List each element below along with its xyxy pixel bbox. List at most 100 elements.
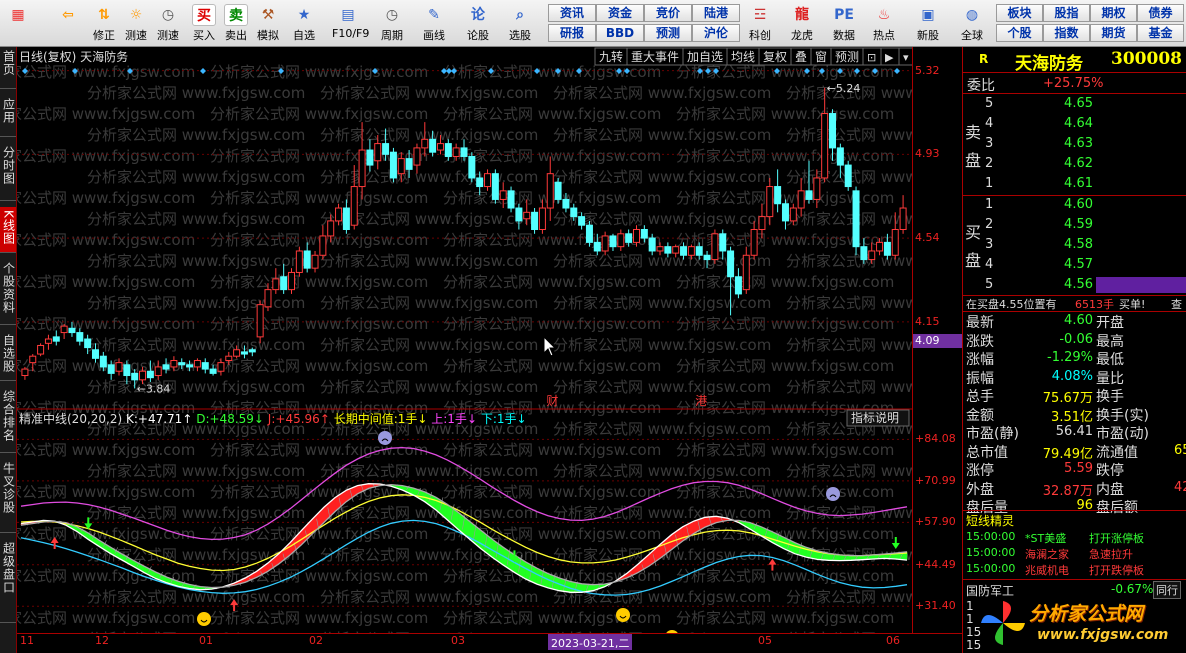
position-more-link[interactable]: 查 — [1171, 296, 1182, 312]
chart-tool-0[interactable]: 九转 — [594, 47, 628, 66]
leftnav-tab-3[interactable]: K线图 — [0, 207, 16, 253]
forum-button[interactable]: 论论股 — [462, 2, 494, 45]
watermark-text: 分析家公式网 www.fxjgsw.com — [553, 126, 771, 144]
dropdown-icon[interactable]: ▾ — [898, 47, 918, 66]
home-button[interactable]: ▦ — [2, 2, 34, 45]
document-icon: ▤ — [341, 7, 355, 23]
f10-button[interactable]: ▤ F10/F9 — [332, 2, 369, 45]
grid-link-3[interactable]: 陆港 — [692, 4, 740, 22]
kechuang-label: 科创 — [749, 29, 771, 42]
watermark-text: 分析家公式网 www.fxjgsw.com — [320, 294, 538, 312]
chart-tool-4[interactable]: 复权 — [758, 47, 792, 66]
sell-button[interactable]: 卖卖出 — [220, 2, 252, 45]
chart-tool-3[interactable]: 均线 — [726, 47, 760, 66]
sell-level: 1 — [985, 176, 994, 191]
leftnav-tab-1[interactable]: 应用 — [0, 95, 16, 137]
global-button[interactable]: ◍ 全球 — [956, 2, 988, 45]
short-name[interactable]: 海澜之家 — [1025, 546, 1069, 562]
draw-button[interactable]: ✎ 画线 — [418, 2, 450, 45]
watermark-text: 分析家公式网 www.fxjgsw.com — [210, 273, 428, 291]
pick-button[interactable]: ⌕ 选股 — [504, 2, 536, 45]
dragon-icon: 龍 — [795, 7, 809, 23]
low-label: ←3.84 — [137, 382, 171, 395]
divider — [963, 93, 1186, 94]
short-name[interactable]: 兆威机电 — [1025, 562, 1069, 578]
chart-tool-5[interactable]: 叠 — [790, 47, 812, 66]
price-axis-label: 4.54 — [915, 231, 940, 245]
watermark-text: 分析家公式网 www.fxjgsw.com — [320, 504, 538, 522]
candle — [37, 343, 45, 357]
stat-value: -0.06 — [1059, 331, 1093, 347]
data-button[interactable]: PE 数据 — [828, 2, 860, 45]
grid-link-6[interactable]: 预测 — [644, 24, 692, 42]
leftnav-tab-6[interactable]: 综合排名 — [0, 387, 16, 453]
kline-chart-area[interactable]: 分析家公式网 www.fxjgsw.com 分析家公式网 www.fxjgsw.c… — [0, 47, 1004, 648]
leftnav-tab-7[interactable]: 牛叉诊股 — [0, 459, 16, 533]
grid2-link-7[interactable]: 基金 — [1137, 24, 1184, 42]
grid2-link-6[interactable]: 期货 — [1090, 24, 1137, 42]
replay-button[interactable]: ◷ 测速 — [152, 2, 184, 45]
kechuang-button[interactable]: ☲ 科创 — [744, 2, 776, 45]
grid-link-7[interactable]: 沪伦 — [692, 24, 740, 42]
dragon-button[interactable]: 龍龙虎 — [786, 2, 818, 45]
grid-link-1[interactable]: 资金 — [596, 4, 644, 22]
chart-tool-6[interactable]: 窗 — [810, 47, 832, 66]
watermark-text: 分析家公式网 www.fxjgsw.com — [320, 252, 538, 270]
grid2-link-5[interactable]: 指数 — [1043, 24, 1090, 42]
buy-level: 2 — [985, 217, 994, 232]
grid2-link-4[interactable]: 个股 — [996, 24, 1043, 42]
stat-value2: 65 — [1174, 442, 1186, 458]
price-axis-label: +44.49 — [915, 557, 956, 571]
grid2-link-1[interactable]: 股指 — [1043, 4, 1090, 22]
watermark-text: 分析家公式网 www.fxjgsw.com — [87, 252, 305, 270]
grid-link-0[interactable]: 资讯 — [548, 4, 596, 22]
pin-icon[interactable]: ▶ — [880, 47, 900, 66]
leftnav-tab-4[interactable]: 个股资料 — [0, 259, 16, 325]
hot-button[interactable]: ♨ 热点 — [868, 2, 900, 45]
leftnav-tab-0[interactable]: 首页 — [0, 47, 16, 89]
leftnav-tab-8[interactable]: 超级盘口 — [0, 539, 16, 623]
simulate-button[interactable]: ⚒ 模拟 — [252, 2, 284, 45]
candle — [711, 229, 719, 264]
indicator-help-button[interactable]: 指标说明 — [846, 409, 910, 427]
chart-tool-1[interactable]: 重大事件 — [626, 47, 684, 66]
smile-face-icon — [616, 608, 630, 622]
leftnav-tab-5[interactable]: 自选股 — [0, 331, 16, 381]
time-axis-label: 06 — [886, 634, 900, 647]
newbook-label: 新股 — [917, 29, 939, 42]
watermark-text: 分析家公式网 www.fxjgsw.com — [87, 168, 305, 186]
grid-link-5[interactable]: BBD — [596, 24, 644, 42]
watermark-text: 分析家公式网 www.fxjgsw.com — [553, 84, 771, 102]
svg-text:均线: 均线 — [731, 50, 755, 64]
chart-tool-2[interactable]: 加自选 — [682, 47, 728, 66]
buy-price: 4.57 — [1064, 257, 1093, 272]
candle — [899, 195, 907, 234]
correct-button[interactable]: ⇅ 修正 — [88, 2, 120, 45]
grid-link-2[interactable]: 竞价 — [644, 4, 692, 22]
grid2-link-2[interactable]: 期权 — [1090, 4, 1137, 22]
short-name[interactable]: *ST美盛 — [1025, 530, 1066, 546]
grid-link-4[interactable]: 研报 — [548, 24, 596, 42]
leftnav-label: 牛叉诊股 — [1, 462, 16, 514]
hot-label: 热点 — [873, 29, 895, 42]
newbook-button[interactable]: ▣ 新股 — [912, 2, 944, 45]
speedtest-button[interactable]: ☼ 测速 — [120, 2, 152, 45]
stat-label2: 跌停 — [1096, 463, 1124, 479]
realtime-flag: R — [979, 52, 989, 66]
svg-text:复权: 复权 — [763, 50, 787, 64]
correct-label: 修正 — [93, 29, 115, 42]
buy-button[interactable]: 买买入 — [188, 2, 220, 45]
candle — [491, 169, 499, 204]
watermark-text: 分析家公式网 www.fxjgsw.com — [17, 483, 195, 501]
chart-tool-7[interactable]: 预测 — [830, 47, 864, 66]
grid2-link-3[interactable]: 债券 — [1137, 4, 1184, 22]
back-button[interactable]: ⇦ — [52, 2, 84, 45]
watermark-text: 分析家公式网 www.fxjgsw.com — [17, 189, 195, 207]
period-button[interactable]: ◷ 周期 — [376, 2, 408, 45]
lock-icon[interactable]: ⊡ — [862, 47, 882, 66]
watchlist-button[interactable]: ★ 自选 — [288, 2, 320, 45]
event-diamond — [200, 68, 206, 74]
grid2-link-0[interactable]: 板块 — [996, 4, 1043, 22]
watermark-text: 分析家公式网 www.fxjgsw.com — [210, 105, 428, 123]
leftnav-tab-2[interactable]: 分时图 — [0, 143, 16, 201]
